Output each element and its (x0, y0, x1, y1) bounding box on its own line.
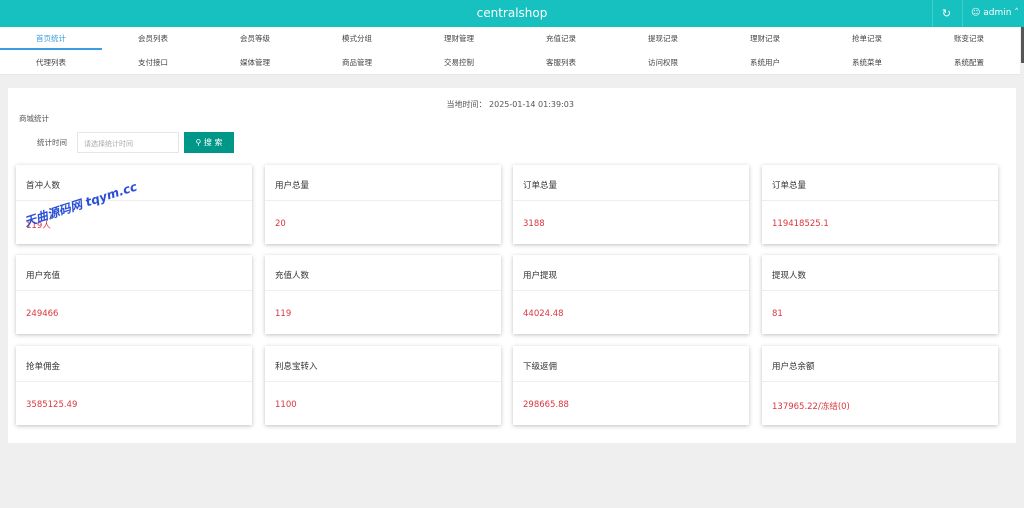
stat-card-value: 298665.88 (523, 400, 569, 410)
stat-card-title: 提现人数 (762, 255, 998, 291)
nav-tabs: 首页统计 会员列表 会员等级 模式分组 理财管理 充值记录 提现记录 理财记录 抢单记录 账变记录… (0, 27, 1020, 75)
search-button[interactable]: ⚲ 搜 索 (184, 132, 234, 153)
stat-card: 用户总量 20 (265, 165, 501, 244)
stat-card-title: 充值人数 (265, 255, 501, 291)
nav-tab[interactable]: 提现记录 (612, 27, 714, 51)
nav-tab[interactable]: 理财管理 (408, 27, 510, 51)
current-time: 当地时间： 2025-01-14 01:39:03 (446, 100, 574, 109)
stat-card: 用户充值 249466 (16, 255, 252, 334)
stat-card-value: 249466 (26, 309, 59, 319)
stat-card-value: 44024.48 (523, 309, 564, 319)
stat-card-title: 下级返佣 (513, 346, 749, 382)
nav-tab[interactable]: 支付接口 (102, 51, 204, 75)
stat-card-title: 利息宝转入 (265, 346, 501, 382)
section-title: 商城统计 (19, 114, 49, 123)
stat-card: 订单总量 119418525.1 (762, 165, 998, 244)
nav-tab[interactable]: 充值记录 (510, 27, 612, 51)
stat-card: 充值人数 119 (265, 255, 501, 334)
stat-card-value: 1100 (275, 400, 297, 410)
nav-tab[interactable]: 系统用户 (714, 51, 816, 75)
username: admin (983, 8, 1012, 18)
nav-tab[interactable]: 客服列表 (510, 51, 612, 75)
stat-card-title: 订单总量 (762, 165, 998, 201)
stat-card: 用户提现 44024.48 (513, 255, 749, 334)
nav-tab[interactable]: 系统菜单 (816, 51, 918, 75)
nav-tab[interactable]: 会员等级 (204, 27, 306, 51)
nav-tab[interactable]: 抢单记录 (816, 27, 918, 51)
app-title: centralshop (476, 6, 548, 20)
nav-tab[interactable]: 会员列表 (102, 27, 204, 51)
stat-card-value: 119 (275, 309, 292, 319)
nav-tab[interactable]: 系统配置 (918, 51, 1020, 75)
user-icon: ☺ (971, 8, 981, 18)
stat-card-value: 3188 (523, 219, 545, 229)
nav-tab[interactable]: 代理列表 (0, 51, 102, 75)
stat-card: 提现人数 81 (762, 255, 998, 334)
stat-card: 利息宝转入 1100 (265, 346, 501, 425)
nav-tab[interactable]: 交易控制 (408, 51, 510, 75)
stat-card-title: 用户提现 (513, 255, 749, 291)
stat-card-title: 用户总余额 (762, 346, 998, 382)
nav-tab[interactable]: 理财记录 (714, 27, 816, 51)
nav-tab[interactable]: 商品管理 (306, 51, 408, 75)
top-header: centralshop ↻ ☺ admin ˄ (0, 0, 1024, 27)
stat-card: 下级返佣 298665.88 (513, 346, 749, 425)
nav-tab[interactable]: 账变记录 (918, 27, 1020, 51)
stat-card: 用户总余额 137965.22/冻结(0) (762, 346, 998, 425)
chevron-up-icon: ˄ (1014, 8, 1019, 18)
stat-card-value: 119418525.1 (772, 219, 829, 229)
search-icon: ⚲ (195, 138, 202, 147)
nav-tab[interactable]: 首页统计 (0, 27, 102, 51)
refresh-icon[interactable]: ↻ (932, 0, 960, 27)
stat-card-title: 抢单佣金 (16, 346, 252, 382)
nav-tab[interactable]: 访问权限 (612, 51, 714, 75)
stat-time-input[interactable]: 请选择统计时间 (77, 132, 179, 153)
stat-card-value: 137965.22/冻结(0) (772, 402, 850, 412)
nav-tab[interactable]: 模式分组 (306, 27, 408, 51)
stat-card-title: 用户充值 (16, 255, 252, 291)
stat-card-value: 20 (275, 219, 286, 229)
stat-card: 抢单佣金 3585125.49 (16, 346, 252, 425)
stat-card-value: 3585125.49 (26, 400, 78, 410)
filter-label: 统计时间 (37, 138, 67, 147)
stat-card-title: 用户总量 (265, 165, 501, 201)
stat-card-value: 81 (772, 309, 783, 319)
search-label: 搜 索 (203, 138, 223, 147)
user-menu[interactable]: ☺ admin ˄ (962, 0, 1024, 27)
stat-card-title: 订单总量 (513, 165, 749, 201)
stat-card: 订单总量 3188 (513, 165, 749, 244)
nav-tab[interactable]: 媒体管理 (204, 51, 306, 75)
